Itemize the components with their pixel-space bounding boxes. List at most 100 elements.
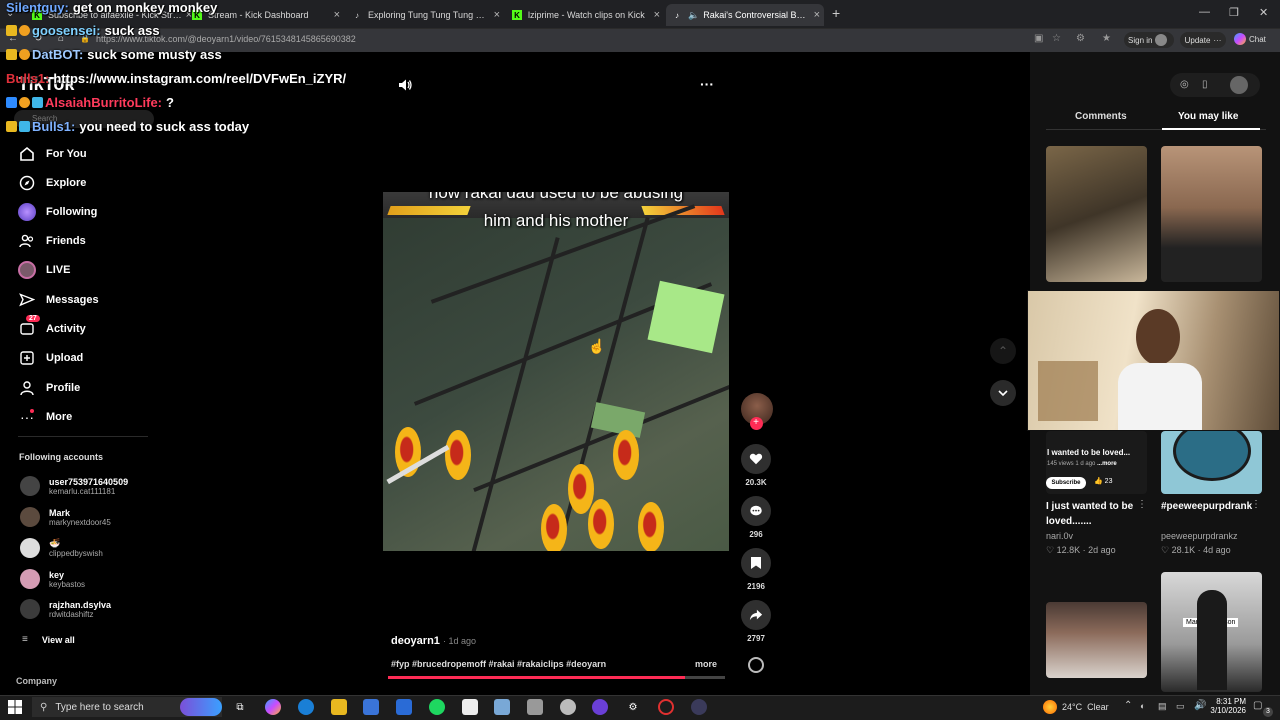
extensions-icon[interactable]: ⚙ [1076, 33, 1085, 44]
nav-following[interactable]: Following [18, 202, 97, 222]
tab-close-button[interactable]: × [490, 9, 504, 21]
settings-gear-icon[interactable]: ⚙ [625, 699, 641, 715]
tab-close-button[interactable]: × [810, 9, 824, 21]
video-thumbnail[interactable] [1046, 602, 1147, 678]
video-thumbnail[interactable] [1161, 431, 1262, 494]
spotify-icon[interactable] [429, 699, 445, 715]
following-account[interactable]: 🍜 clippedbyswish [20, 538, 103, 558]
update-button[interactable]: Update ··· [1180, 32, 1226, 48]
tab-comments[interactable]: Comments [1075, 111, 1127, 122]
like-button[interactable]: 20.3K [741, 444, 771, 487]
card-user[interactable]: nari.0v [1046, 531, 1073, 541]
task-view-icon[interactable]: ⧉ [232, 699, 248, 715]
favorite-icon[interactable]: ☆ [1052, 33, 1061, 44]
video-progress-track[interactable] [388, 676, 725, 679]
discord-icon[interactable] [592, 699, 608, 715]
nav-for-you[interactable]: For You [18, 144, 87, 164]
video-author[interactable]: deoyarn1 [391, 635, 440, 647]
close-window-button[interactable]: ✕ [1259, 6, 1268, 19]
card-title[interactable]: I just wanted to be loved....... [1046, 499, 1138, 529]
nav-friends[interactable]: Friends [18, 231, 86, 251]
volume-icon[interactable] [397, 77, 413, 93]
nav-live[interactable]: LIVE [18, 260, 70, 280]
video-thumbnail[interactable] [1046, 146, 1147, 282]
clock[interactable]: 8:31 PM 3/10/2026 [1206, 697, 1246, 715]
account-handle: rdwitdashiftz [49, 609, 94, 619]
comment-button[interactable]: 296 [741, 496, 771, 539]
taskbar-search-box[interactable]: ⚲ Type here to search [32, 697, 222, 717]
card-user[interactable]: peeweepurpdrankz [1161, 531, 1238, 541]
tab-kick-clips[interactable]: K lziprime - Watch clips on Kick × [506, 4, 664, 26]
more-options-icon[interactable]: ··· [700, 76, 714, 92]
more-description-button[interactable]: more [695, 659, 717, 669]
following-account[interactable]: rajzhan.dsylva rdwitdashiftz [20, 599, 111, 619]
share-button[interactable]: 2797 [741, 600, 771, 643]
restore-button[interactable]: ❐ [1229, 6, 1239, 19]
card-title[interactable]: #peeweepurpdrank [1161, 499, 1252, 514]
video-thumbnail[interactable] [1161, 146, 1262, 282]
follow-plus-icon[interactable]: + [749, 417, 763, 430]
card-more-icon[interactable]: ⋮ [1251, 499, 1261, 510]
app-icon[interactable] [560, 699, 576, 715]
network-icon[interactable]: ▭ [1176, 701, 1185, 712]
weather-text[interactable]: 24°C Clear [1062, 702, 1109, 712]
app-icon[interactable] [527, 699, 543, 715]
music-disc-icon[interactable] [748, 657, 764, 673]
nav-upload[interactable]: Upload [18, 348, 83, 368]
speed-icon[interactable]: ◎ [1180, 79, 1189, 90]
video-author-row[interactable]: deoyarn1 · 1d ago [391, 635, 476, 647]
tab-close-button[interactable]: × [330, 9, 344, 21]
nav-activity[interactable]: 27 Activity [18, 315, 86, 339]
activity-badge: 27 [26, 315, 40, 322]
user-avatar[interactable] [1230, 76, 1248, 94]
tab-tiktok-video-active[interactable]: ♪ 🔈 Rakai's Controversial Behavio × [666, 4, 824, 26]
copilot-taskbar-icon[interactable] [265, 699, 281, 715]
edge-icon[interactable] [298, 699, 314, 715]
video-thumbnail[interactable]: Marilyn Manson [1161, 572, 1262, 692]
creator-avatar[interactable]: + [741, 393, 773, 430]
tab-close-button[interactable]: × [650, 9, 664, 21]
coin [588, 499, 614, 549]
nav-explore[interactable]: Explore [18, 173, 86, 193]
card-more-icon[interactable]: ⋮ [1137, 499, 1147, 510]
nav-more[interactable]: ··· More [18, 407, 72, 427]
obs-icon[interactable] [658, 699, 674, 715]
company-link[interactable]: Company [16, 676, 57, 686]
video-thumbnail[interactable]: I wanted to be loved... 145 views 1 d ag… [1046, 431, 1147, 494]
next-video-button[interactable] [990, 380, 1016, 406]
minimize-button[interactable]: — [1199, 6, 1210, 18]
volume-tray-icon[interactable]: 🔊 [1194, 700, 1206, 711]
previous-video-button[interactable]: ⌃ [990, 338, 1016, 364]
tray-chevron-icon[interactable]: ⌃ [1124, 700, 1132, 711]
outlook-icon[interactable] [396, 699, 412, 715]
sign-in-button[interactable]: Sign in [1124, 32, 1174, 48]
notepad-icon[interactable] [462, 699, 478, 715]
following-account[interactable]: key keybastos [20, 569, 85, 589]
nav-messages[interactable]: Messages [18, 290, 99, 310]
tray-icon[interactable]: ▤ [1158, 701, 1167, 712]
nav-divider [18, 436, 148, 437]
tab-tiktok-explore[interactable]: ♪ Exploring Tung Tung Tung Sahur × [346, 4, 504, 26]
video-hashtags[interactable]: #fyp #brucedropemoff #rakai #rakaiclips … [391, 659, 606, 669]
new-tab-button[interactable]: + [832, 5, 840, 21]
save-button[interactable]: 2196 [741, 548, 771, 591]
view-all-link[interactable]: ≡ View all [22, 634, 75, 645]
nav-profile[interactable]: Profile [18, 378, 80, 398]
tab-you-may-like[interactable]: You may like [1178, 111, 1238, 122]
following-account[interactable]: user753971640509 kemarlu.cat111181 [20, 476, 128, 496]
copilot-chat-button[interactable]: Chat [1234, 33, 1266, 45]
store-icon[interactable] [363, 699, 379, 715]
app-icon[interactable] [494, 699, 510, 715]
windows-start-icon[interactable] [8, 700, 22, 714]
file-explorer-icon[interactable] [331, 699, 347, 715]
device-icon[interactable]: ▯ [1202, 79, 1208, 90]
app-icon[interactable] [691, 699, 707, 715]
nav-label: For You [46, 148, 87, 160]
video-player[interactable]: how rakai dad used to be abusing him and… [383, 192, 729, 551]
following-account[interactable]: Mark markynextdoor45 [20, 507, 111, 527]
chevron-down-icon [998, 390, 1008, 397]
favorites-bar-icon[interactable]: ★ [1102, 33, 1111, 44]
notifications-icon[interactable]: ▢ [1253, 700, 1262, 711]
tray-icon[interactable]: ◐ [1140, 701, 1145, 711]
reader-icon[interactable]: ▣ [1034, 33, 1043, 44]
